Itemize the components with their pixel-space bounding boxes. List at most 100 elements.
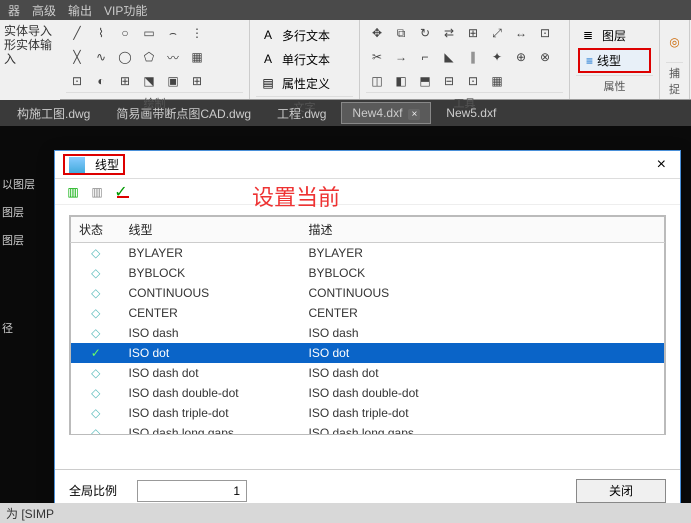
ribbon-group-props: ≣图层 ≡线型 属性 (570, 20, 660, 99)
menu-item[interactable]: 高级 (32, 2, 56, 19)
menu-item[interactable]: VIP功能 (104, 2, 147, 19)
ellipse-icon[interactable]: ◯ (114, 46, 136, 68)
tool-icon[interactable]: ◧ (390, 70, 412, 92)
explode-icon[interactable]: ✦ (486, 46, 508, 68)
tool-icon[interactable]: ▦ (486, 70, 508, 92)
group-label: 捕捉 (666, 62, 683, 99)
linetype-row[interactable]: ◇ISO dash dotISO dash dot (71, 363, 665, 383)
side-label: 实体导入 (4, 24, 56, 38)
menu-item[interactable]: 器 (8, 2, 20, 19)
trim-icon[interactable]: ✂ (366, 46, 388, 68)
tool-icon[interactable]: ⊡ (462, 70, 484, 92)
col-linetype[interactable]: 线型 (121, 217, 301, 243)
line-icon[interactable]: ╱ (66, 22, 88, 44)
panel-item[interactable]: 图层 (0, 226, 48, 254)
document-tab[interactable]: 构施工图.dwg (6, 101, 101, 126)
offset-icon[interactable]: ∥ (462, 46, 484, 68)
linetype-row[interactable]: ◇ISO dash long gapsISO dash long gaps (71, 423, 665, 435)
ribbon-side: 实体导入 形实体输入 (0, 20, 60, 100)
point-icon[interactable]: ⋮ (186, 22, 208, 44)
copy-icon[interactable]: ⧉ (390, 22, 412, 44)
tool-icon[interactable]: ◫ (366, 70, 388, 92)
rotate-icon[interactable]: ↻ (414, 22, 436, 44)
dialog-title: 线型 (95, 156, 119, 173)
extend-icon[interactable]: → (390, 46, 412, 68)
chamfer-icon[interactable]: ◣ (438, 46, 460, 68)
set-current-icon[interactable]: ✓ (111, 182, 131, 202)
linetype-row[interactable]: ◇BYBLOCKBYBLOCK (71, 263, 665, 283)
tool-icon[interactable]: ⬒ (414, 70, 436, 92)
tool-icon[interactable]: ⊡ (534, 22, 556, 44)
linetype-button[interactable]: ≡线型 (578, 48, 651, 73)
load-icon[interactable]: ▥ (63, 182, 83, 202)
col-desc[interactable]: 描述 (301, 217, 665, 243)
mtext-button[interactable]: A多行文本 (258, 24, 351, 46)
panel-item[interactable]: 以图层 (0, 170, 48, 198)
tool-icon[interactable]: ⊡ (66, 70, 88, 92)
text-button[interactable]: A单行文本 (258, 48, 351, 70)
tool-icon[interactable]: ⊟ (438, 70, 460, 92)
close-button[interactable]: 关闭 (576, 479, 666, 503)
panel-item[interactable]: 径 (0, 314, 48, 342)
snap-icon[interactable]: ◎ (666, 22, 683, 62)
tool-icon[interactable]: ▣ (162, 70, 184, 92)
tool-icon[interactable]: ⬔ (138, 70, 160, 92)
document-tab[interactable]: New4.dxf× (341, 102, 431, 124)
ribbon: ╱ ⌇ ○ ▭ ⌢ ⋮ ╳ ∿ ◯ ⬠ 〰 ▦ ⊡ ◐ ⊞ ⬔ ▣ ⊞ 绘制 A… (0, 20, 691, 100)
stretch-icon[interactable]: ↔ (510, 22, 532, 44)
document-tab[interactable]: 简易画带断点图CAD.dwg (105, 101, 262, 126)
state-icon: ◇ (71, 363, 121, 383)
polyline-icon[interactable]: ⌇ (90, 22, 112, 44)
linetype-name: BYLAYER (121, 243, 301, 264)
state-icon: ✓ (71, 343, 121, 363)
spline-icon[interactable]: 〰 (162, 46, 184, 68)
close-icon[interactable]: × (651, 156, 672, 174)
menu-item[interactable]: 输出 (68, 2, 92, 19)
scale-label: 全局比例 (69, 482, 117, 499)
linetype-row[interactable]: ✓ISO dotISO dot (71, 343, 665, 363)
scale-icon[interactable]: ⤢ (486, 22, 508, 44)
state-icon: ◇ (71, 263, 121, 283)
linetype-row[interactable]: ◇CONTINUOUSCONTINUOUS (71, 283, 665, 303)
linetype-row[interactable]: ◇BYLAYERBYLAYER (71, 243, 665, 264)
array-icon[interactable]: ⊞ (462, 22, 484, 44)
linetype-name: CENTER (121, 303, 301, 323)
tool-icon[interactable]: ⊗ (534, 46, 556, 68)
tool-icon[interactable]: ◐ (90, 70, 112, 92)
tool-icon[interactable]: ⊕ (510, 46, 532, 68)
document-tab[interactable]: 工程.dwg (266, 101, 337, 126)
layer-button[interactable]: ≣图层 (578, 24, 651, 46)
linetype-row[interactable]: ◇CENTERCENTER (71, 303, 665, 323)
text-icon: A (258, 49, 278, 69)
linetype-row[interactable]: ◇ISO dashISO dash (71, 323, 665, 343)
arc-icon[interactable]: ⌢ (162, 22, 184, 44)
rect-icon[interactable]: ▭ (138, 22, 160, 44)
xline-icon[interactable]: ╳ (66, 46, 88, 68)
tab-close-icon[interactable]: × (408, 109, 420, 120)
attdef-icon: ▤ (258, 73, 278, 93)
move-icon[interactable]: ✥ (366, 22, 388, 44)
delete-icon[interactable]: ▥ (87, 182, 107, 202)
document-tab[interactable]: New5.dxf (435, 102, 507, 124)
linetype-row[interactable]: ◇ISO dash triple-dotISO dash triple-dot (71, 403, 665, 423)
linetype-name: ISO dash triple-dot (121, 403, 301, 423)
circle-icon[interactable]: ○ (114, 22, 136, 44)
hatch-icon[interactable]: ▦ (186, 46, 208, 68)
polygon-icon[interactable]: ⬠ (138, 46, 160, 68)
linetype-desc: ISO dash long gaps (301, 423, 665, 435)
ribbon-group-tools: ✥ ⧉ ↻ ⇄ ⊞ ⤢ ↔ ⊡ ✂ → ⌐ ◣ ∥ ✦ ⊕ ⊗ ◫ ◧ ⬒ ⊟ … (360, 20, 570, 99)
scale-input[interactable] (137, 480, 247, 502)
fillet-icon[interactable]: ⌐ (414, 46, 436, 68)
attdef-button[interactable]: ▤属性定义 (258, 72, 351, 94)
linetype-list[interactable]: 状态 线型 描述 ◇BYLAYERBYLAYER◇BYBLOCKBYBLOCK◇… (69, 215, 666, 435)
linetype-row[interactable]: ◇ISO dash double-dotISO dash double-dot (71, 383, 665, 403)
mirror-icon[interactable]: ⇄ (438, 22, 460, 44)
panel-item[interactable]: 图层 (0, 198, 48, 226)
tool-icon[interactable]: ⊞ (114, 70, 136, 92)
curve-icon[interactable]: ∿ (90, 46, 112, 68)
col-state[interactable]: 状态 (71, 217, 121, 243)
table-icon[interactable]: ⊞ (186, 70, 208, 92)
linetype-name: ISO dash double-dot (121, 383, 301, 403)
dialog-titlebar: 线型 × (55, 151, 680, 179)
status-text: 为 [SIMP (6, 505, 54, 522)
